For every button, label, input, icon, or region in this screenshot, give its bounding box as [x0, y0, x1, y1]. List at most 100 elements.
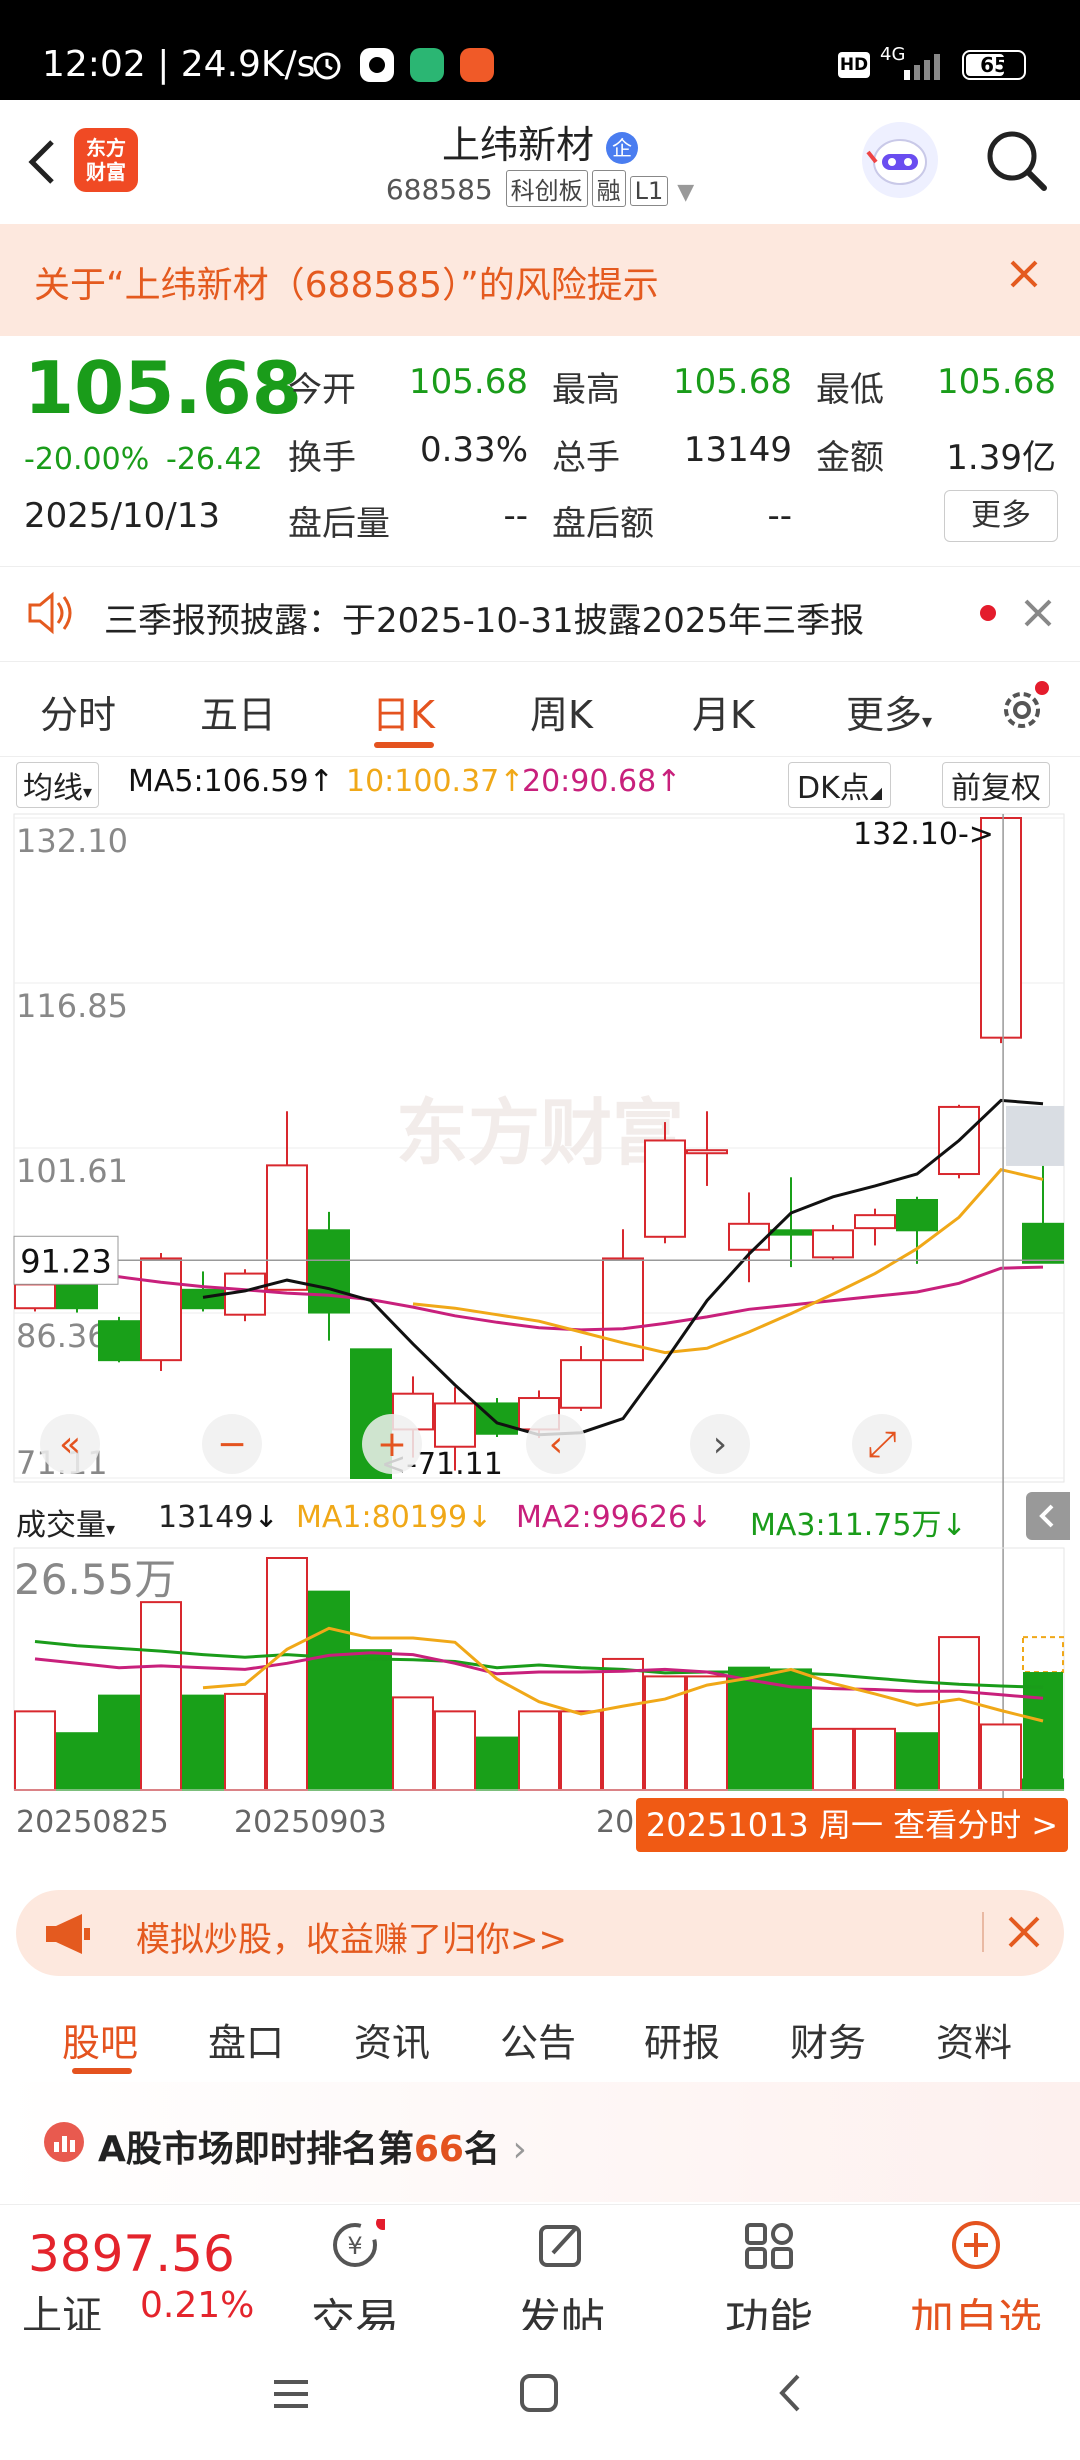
- volume-bar[interactable]: [224, 1692, 266, 1791]
- post-button[interactable]: 发帖: [496, 2219, 626, 2348]
- x-tick-label: 20250825: [16, 1805, 169, 1840]
- tab-news[interactable]: 资讯: [354, 2012, 430, 2067]
- tab-pankou[interactable]: 盘口: [208, 2012, 284, 2067]
- robot-assistant-icon[interactable]: [862, 122, 938, 198]
- volume-selector[interactable]: 成交量▾: [16, 1500, 115, 1544]
- volume-bar[interactable]: [560, 1710, 602, 1792]
- volume-bar[interactable]: [350, 1649, 392, 1791]
- battery-icon: 65: [962, 50, 1026, 80]
- candle-body[interactable]: [182, 1288, 224, 1310]
- tab-announcement[interactable]: 公告: [500, 2012, 576, 2067]
- candle-body[interactable]: [98, 1320, 140, 1362]
- tab-daily-k[interactable]: 日K: [372, 684, 435, 739]
- volume-bar[interactable]: [14, 1710, 56, 1792]
- volume-bar[interactable]: [434, 1710, 476, 1792]
- candle-body[interactable]: [266, 1164, 308, 1291]
- chevron-down-icon[interactable]: ▼: [677, 180, 694, 205]
- candle-body[interactable]: [896, 1198, 938, 1232]
- close-icon[interactable]: [1004, 254, 1044, 303]
- tab-five-day[interactable]: 五日: [200, 684, 276, 739]
- index-value[interactable]: 3897.56: [28, 2225, 235, 2283]
- volume-bar[interactable]: [56, 1732, 98, 1791]
- ma-legend-bar: 均线▾ MA5:106.59↑ 10:100.37↑ 20:90.68↑ DK点…: [0, 756, 1080, 808]
- ma5-label: MA5:106.59↑: [128, 764, 334, 799]
- volume-bar[interactable]: [728, 1666, 770, 1792]
- info-tabs: 股吧 盘口 资讯 公告 研报 财务 资料: [0, 1990, 1080, 2083]
- volume-bar[interactable]: [854, 1727, 896, 1792]
- candle-body[interactable]: [686, 1149, 728, 1155]
- volume-bar[interactable]: [266, 1557, 308, 1791]
- market-rank-bar[interactable]: A股市场即时排名第66名 ›: [0, 2082, 1080, 2202]
- candle-body[interactable]: [812, 1229, 854, 1259]
- app-notif-icon: [360, 48, 394, 82]
- home-icon[interactable]: [518, 2372, 560, 2418]
- collapse-panel-icon[interactable]: [1026, 1492, 1070, 1540]
- candle-body[interactable]: [728, 1222, 770, 1251]
- kline-chart[interactable]: 132.10116.85101.6186.3671.11东方财富132.10->…: [0, 808, 1080, 1868]
- signal-icon: [884, 50, 944, 88]
- candle-body[interactable]: [56, 1283, 98, 1310]
- dk-point-button[interactable]: DK点◢: [788, 762, 892, 808]
- close-notice-icon[interactable]: [1020, 595, 1056, 635]
- volume-bar[interactable]: [476, 1736, 518, 1791]
- after-amt-label: 盘后额: [552, 504, 654, 544]
- more-button[interactable]: 更多: [944, 490, 1058, 542]
- nav-back-icon[interactable]: [776, 2372, 806, 2418]
- add-watchlist-button[interactable]: 加自选: [906, 2219, 1046, 2348]
- volume-bar[interactable]: [140, 1601, 182, 1791]
- candle-body[interactable]: [770, 1229, 812, 1236]
- tab-guba[interactable]: 股吧: [62, 2012, 138, 2067]
- candle-body[interactable]: [308, 1229, 350, 1314]
- candle-body[interactable]: [434, 1402, 476, 1448]
- candle-body[interactable]: [644, 1139, 686, 1238]
- volume-bar[interactable]: [812, 1727, 854, 1792]
- kline-svg[interactable]: 132.10116.85101.6186.3671.11东方财富132.10->…: [0, 808, 1080, 1868]
- open-label: 今开: [288, 370, 356, 410]
- tab-finance[interactable]: 财务: [790, 2012, 866, 2067]
- candle-body[interactable]: [140, 1257, 182, 1362]
- search-icon[interactable]: [982, 126, 1052, 200]
- unread-dot: [980, 605, 996, 621]
- tab-more[interactable]: 更多▾: [846, 684, 932, 739]
- settings-gear-icon[interactable]: [996, 680, 1052, 740]
- trade-button[interactable]: ¥ 交易: [290, 2216, 420, 2348]
- high-label: 最高: [552, 370, 620, 410]
- volume-bar[interactable]: [896, 1732, 938, 1791]
- active-subtab-indicator: [72, 2068, 132, 2074]
- candle-body[interactable]: [476, 1402, 518, 1435]
- close-promo-icon[interactable]: [1006, 1914, 1042, 1959]
- candle-body[interactable]: [560, 1359, 602, 1409]
- volume-total: 13149↓: [158, 1500, 279, 1535]
- zoom-out-icon-glyph: −: [217, 1424, 247, 1465]
- max-price-label: 132.10->: [853, 817, 994, 852]
- risk-banner[interactable]: 关于“上纬新材（688585）”的风险提示: [0, 224, 1080, 336]
- scroll-left-icon-glyph: ‹: [549, 1424, 563, 1465]
- view-intraday-button[interactable]: 20251013 周一 查看分时 >: [636, 1798, 1068, 1852]
- volume-bar[interactable]: [518, 1710, 560, 1792]
- tab-monthly-k[interactable]: 月K: [692, 684, 755, 739]
- function-button[interactable]: 功能: [704, 2219, 834, 2348]
- promo-banner[interactable]: 模拟炒股，收益赚了归你>>: [16, 1890, 1064, 1976]
- volume-bar[interactable]: [938, 1636, 980, 1792]
- volume-bar[interactable]: [686, 1675, 728, 1791]
- volume-bar[interactable]: [602, 1657, 644, 1792]
- adjust-price-button[interactable]: 前复权: [942, 762, 1050, 808]
- candle-body[interactable]: [854, 1214, 896, 1230]
- tab-intraday[interactable]: 分时: [40, 684, 116, 739]
- notice-bar[interactable]: 三季报预披露：于2025-10-31披露2025年三季报: [0, 566, 1080, 662]
- volume-bar[interactable]: [182, 1694, 224, 1792]
- ma-selector[interactable]: 均线▾: [16, 762, 100, 808]
- candle-body[interactable]: [14, 1283, 56, 1310]
- volume-last-bar[interactable]: [1023, 1672, 1063, 1790]
- volume-bar[interactable]: [308, 1590, 350, 1792]
- menu-icon[interactable]: [270, 2374, 312, 2418]
- tab-research[interactable]: 研报: [644, 2012, 720, 2067]
- tab-profile[interactable]: 资料: [936, 2012, 1012, 2067]
- tab-weekly-k[interactable]: 周K: [530, 684, 593, 739]
- vol-ma2-line: [34, 1651, 1044, 1700]
- candle-body[interactable]: [1022, 1222, 1064, 1264]
- volume-axis-label: 26.55万: [14, 1555, 176, 1604]
- volume-bar[interactable]: [392, 1696, 434, 1791]
- volume-bar[interactable]: [980, 1723, 1022, 1791]
- volume-bar[interactable]: [98, 1694, 140, 1792]
